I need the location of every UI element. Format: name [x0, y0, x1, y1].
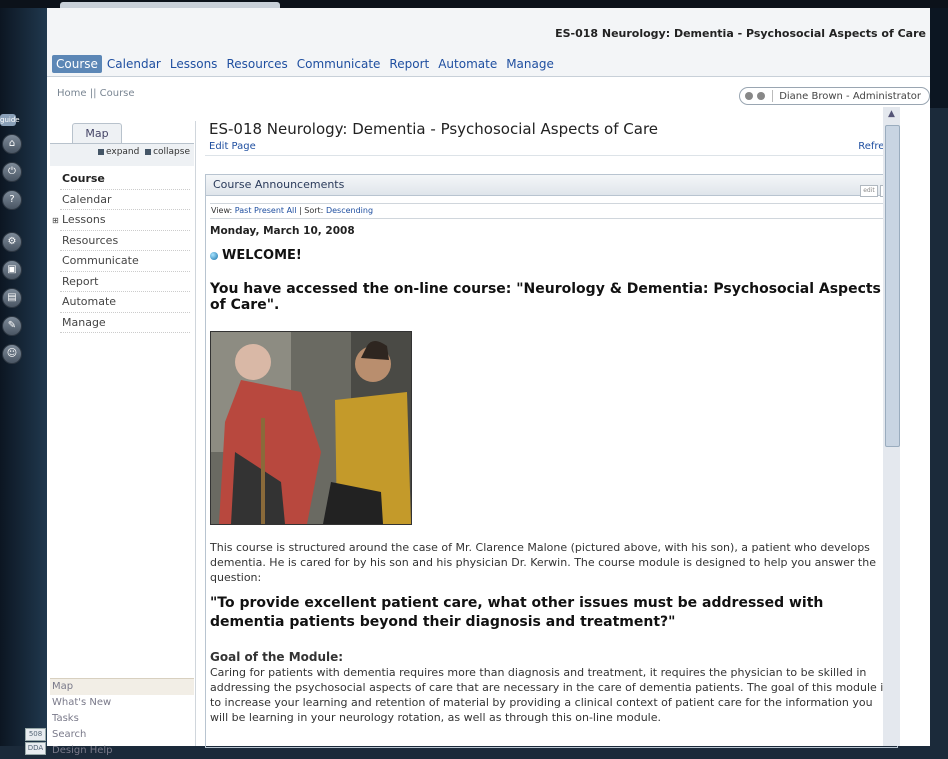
panel-header: Course Announcements edit–	[206, 175, 897, 197]
nav-communicate[interactable]: Communicate	[293, 55, 385, 73]
home-icon[interactable]: ⌂	[2, 134, 22, 154]
collapse-icon	[145, 148, 152, 155]
sidebar-nav-list: Course Calendar ⊞ Lessons Resources Commu…	[52, 169, 190, 333]
page-title: ES-018 Neurology: Dementia - Psychosocia…	[209, 120, 659, 138]
announcements-panel: Course Announcements edit– View: Past Pr…	[205, 174, 898, 748]
welcome-text: WELCOME!	[222, 248, 302, 263]
edit-button[interactable]: edit	[860, 185, 878, 197]
user-pill[interactable]: Diane Brown - Administrator	[739, 87, 930, 105]
footer-map[interactable]: Map	[50, 678, 194, 695]
map-controls: expand collapse	[97, 147, 190, 157]
footer-search[interactable]: Search	[50, 727, 194, 743]
announcement-date: Monday, March 10, 2008	[210, 225, 355, 237]
patient-photo	[210, 331, 412, 525]
divider	[772, 90, 774, 102]
map-tab[interactable]: Map	[72, 123, 122, 144]
lock-icon[interactable]: ▣	[2, 260, 22, 280]
view-present-link[interactable]: Present	[254, 206, 284, 215]
nav-course[interactable]: Course	[52, 55, 102, 73]
sidebar: Map expand collapse Course Calendar ⊞ Les…	[25, 121, 196, 756]
photo-illustration	[211, 332, 411, 524]
main-nav: Course Calendar Lessons Resources Commun…	[52, 55, 559, 73]
main-content: ES-018 Neurology: Dementia - Psychosocia…	[205, 120, 898, 748]
sort-descending-link[interactable]: Descending	[326, 206, 373, 215]
sidebar-footer: Map What's New Tasks Search Design Help …	[25, 678, 194, 759]
expand-icon	[97, 148, 104, 155]
sidebar-item-automate[interactable]: Automate	[60, 292, 190, 313]
question-heading: "To provide excellent patient care, what…	[210, 595, 824, 630]
guide-label: guide	[0, 114, 20, 126]
sidebar-item-lessons[interactable]: ⊞ Lessons	[52, 210, 190, 231]
expand-link[interactable]: expand	[106, 147, 139, 157]
sidebar-item-report[interactable]: Report	[60, 272, 190, 292]
background-right	[930, 8, 948, 108]
scrollbar-thumb[interactable]	[885, 125, 900, 447]
breadcrumb-bar: Home || Course Diane Brown - Administrat…	[47, 86, 930, 105]
panel-title: Course Announcements	[213, 178, 345, 191]
footer-tasks[interactable]: Tasks	[50, 711, 194, 727]
nav-resources[interactable]: Resources	[222, 55, 291, 73]
browser-tab-strip	[0, 0, 948, 8]
footer-design-help[interactable]: Design Help	[50, 743, 194, 759]
course-description: This course is structured around the cas…	[210, 541, 876, 584]
scrollbar-track[interactable]: ▲	[883, 107, 900, 746]
nav-report[interactable]: Report	[385, 55, 433, 73]
sort-label: | Sort:	[299, 206, 324, 215]
app-window: ES-018 Neurology: Dementia - Psychosocia…	[25, 8, 930, 756]
access-heading: You have accessed the on-line course: "N…	[210, 281, 881, 313]
view-label: View:	[211, 206, 233, 215]
welcome-heading: WELCOME!	[210, 248, 893, 263]
nav-lessons[interactable]: Lessons	[166, 55, 222, 73]
power-icon[interactable]: ⏻	[2, 162, 22, 182]
nav-calendar[interactable]: Calendar	[103, 55, 165, 73]
sidebar-item-resources[interactable]: Resources	[60, 231, 190, 251]
sidebar-item-course[interactable]: Course	[60, 169, 190, 190]
header: ES-018 Neurology: Dementia - Psychosocia…	[47, 8, 930, 77]
course-title: ES-018 Neurology: Dementia - Psychosocia…	[555, 27, 926, 40]
footer-whats-new[interactable]: What's New	[50, 695, 194, 711]
goal-heading: Goal of the Module:	[210, 650, 344, 664]
collapse-link[interactable]: collapse	[153, 147, 190, 157]
nav-manage[interactable]: Manage	[502, 55, 558, 73]
scroll-up-icon[interactable]: ▲	[885, 109, 898, 123]
view-past-link[interactable]: Past	[235, 206, 252, 215]
goal-text: Caring for patients with dementia requir…	[210, 666, 890, 724]
chat-icon[interactable]: ☺	[2, 344, 22, 364]
panel-body: View: Past Present All | Sort: Descendin…	[206, 203, 897, 725]
view-all-link[interactable]: All	[287, 206, 297, 215]
badge-dda[interactable]: DDA	[25, 742, 46, 755]
breadcrumb[interactable]: Home || Course	[57, 88, 135, 99]
nav-automate[interactable]: Automate	[434, 55, 501, 73]
badge-508[interactable]: 508	[25, 728, 46, 741]
divider	[205, 155, 896, 156]
scrollbar[interactable]: ▲	[883, 107, 930, 746]
expand-plus-icon[interactable]: ⊞	[52, 211, 62, 230]
guide-rail: guide ⌂ ⏻ ? ⚙ ▣ ▤ ✎ ☺	[0, 114, 47, 400]
edit-page-link[interactable]: Edit Page	[209, 141, 256, 152]
map-controls-bar: expand collapse	[50, 143, 194, 166]
sidebar-item-label: Lessons	[62, 213, 106, 226]
sidebar-item-communicate[interactable]: Communicate	[60, 251, 190, 272]
view-filter-bar: View: Past Present All | Sort: Descendin…	[210, 203, 893, 219]
sidebar-item-manage[interactable]: Manage	[60, 313, 190, 333]
folder-icon[interactable]: ▤	[2, 288, 22, 308]
gear-icon[interactable]: ⚙	[2, 232, 22, 252]
bullet-icon	[210, 251, 218, 260]
help-icon[interactable]: ?	[2, 190, 22, 210]
user-name: Diane Brown - Administrator	[779, 90, 921, 102]
sidebar-item-calendar[interactable]: Calendar	[60, 190, 190, 210]
glasses-icon	[744, 91, 766, 101]
wrench-icon[interactable]: ✎	[2, 316, 22, 336]
